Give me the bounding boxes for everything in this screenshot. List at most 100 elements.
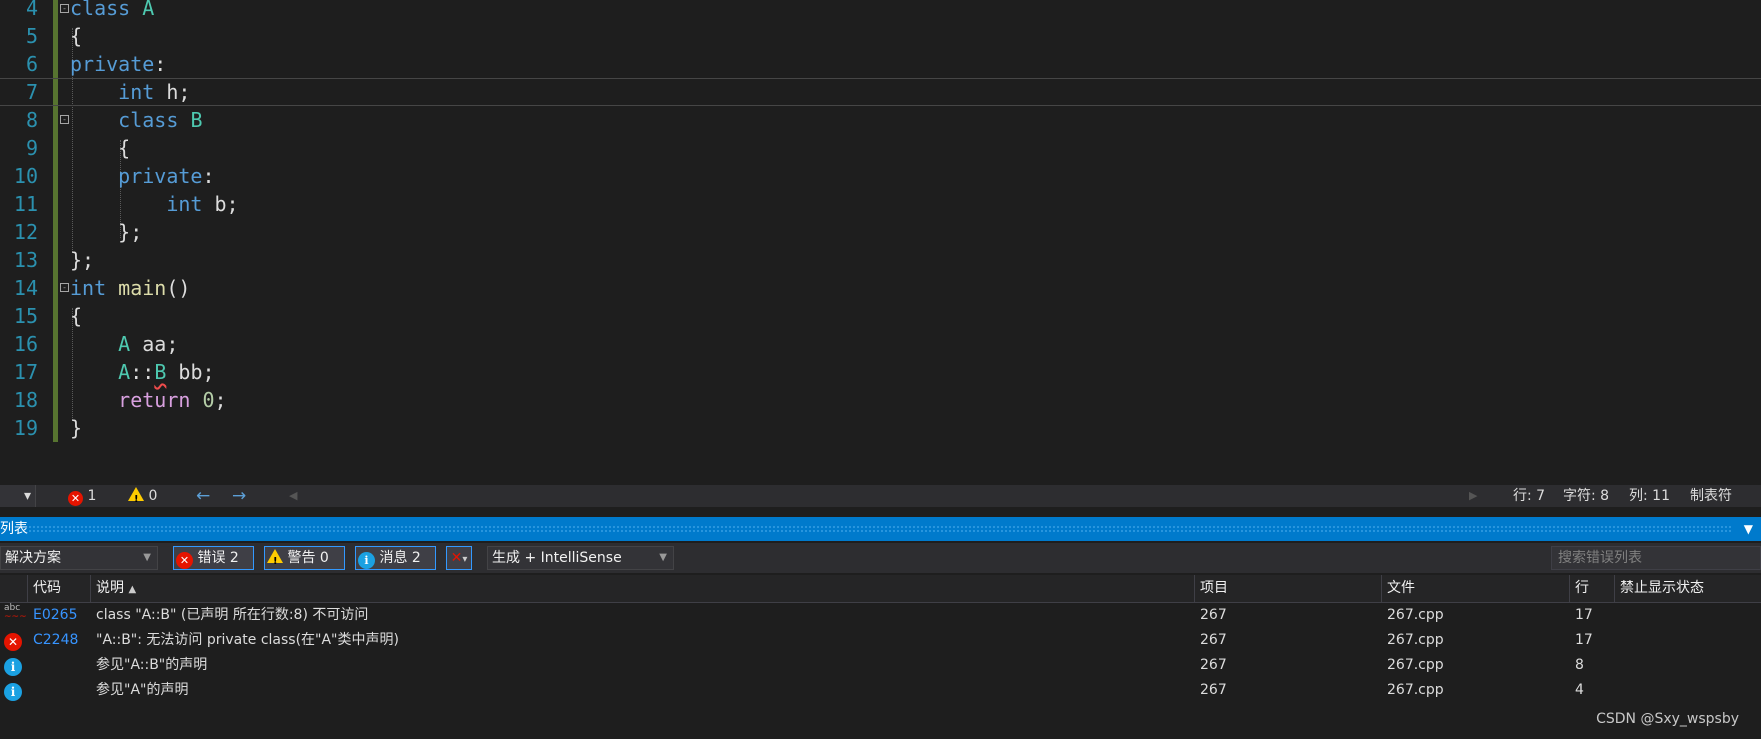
scope-value: 解决方案 [5,550,61,566]
column-header-file[interactable]: 文件 [1381,575,1569,602]
column-header-code[interactable]: 代码 [27,575,90,602]
code-text[interactable]: }; [70,246,94,274]
code-line[interactable]: 12 }; [0,218,1761,246]
code-line[interactable]: 9 { [0,134,1761,162]
code-text[interactable]: return 0; [70,386,226,414]
code-text[interactable]: int b; [70,190,238,218]
errors-filter-label: 错误 2 [197,550,239,566]
code-text[interactable]: { [70,22,82,50]
messages-filter-button[interactable]: i 消息 2 [355,546,436,570]
column-header-suppression[interactable]: 禁止显示状态 [1614,575,1761,602]
panel-options-icon[interactable]: ▼ [1744,517,1753,541]
search-error-list-input[interactable]: 搜索错误列表 [1551,546,1761,570]
scroll-left-icon[interactable]: ◀ [289,485,297,507]
code-line[interactable]: 4 class A [0,0,1761,22]
code-text[interactable]: { [70,134,130,162]
build-filter-dropdown[interactable]: 生成 + IntelliSense ▼ [487,546,674,570]
warnings-filter-label: 警告 0 [287,550,329,566]
column-header-line[interactable]: 行 [1569,575,1614,602]
build-filter-value: 生成 + IntelliSense [492,550,622,566]
code-text[interactable]: int h; [70,78,190,106]
line-number: 12 [13,220,38,244]
column-label: 文件 [1387,580,1415,596]
sort-ascending-icon: ▲ [128,584,137,595]
code-line[interactable]: 16 A aa; [0,330,1761,358]
cell-desc: "A::B": 无法访问 private class(在"A"类中声明) [96,632,399,648]
cell-desc: 参见"A"的声明 [96,682,189,698]
navigate-forward-icon[interactable]: → [232,485,246,507]
warning-count-indicator[interactable]: ! 0 [128,485,157,507]
line-number: 15 [13,304,38,328]
scroll-right-icon[interactable]: ▶ [1469,485,1477,507]
tabs-indicator[interactable]: 制表符 [1690,485,1732,507]
code-text[interactable]: int main() [70,274,190,302]
code-text[interactable]: }; [70,218,142,246]
line-number: 19 [13,416,38,440]
cell-project: 267 [1200,657,1227,673]
warning-icon: ! [128,487,144,505]
search-placeholder: 搜索错误列表 [1558,550,1642,566]
cell-code[interactable]: E0265 [33,603,77,628]
error-list-row[interactable]: i 参见"A::B"的声明 267 267.cpp 8 [0,653,1761,678]
intellisense-error-icon: abc ~~~ [4,603,27,622]
error-count-indicator[interactable]: ✕ 1 [68,485,96,507]
code-text[interactable]: A::B bb; [70,358,214,386]
code-line[interactable]: 6 private: [0,50,1761,78]
code-line[interactable]: 13}; [0,246,1761,274]
clear-filter-icon[interactable]: ✕▾ [446,546,472,570]
code-line[interactable]: 17 A::B bb; [0,358,1761,386]
column-label: 项目 [1200,580,1228,596]
code-text[interactable]: A aa; [70,330,178,358]
cell-file: 267.cpp [1387,607,1444,623]
line-number: 6 [25,52,38,76]
column-header-project[interactable]: 项目 [1194,575,1381,602]
scope-dropdown[interactable]: 解决方案 ▼ [0,546,158,570]
code-line[interactable]: 8 class B [0,106,1761,134]
error-list-header: 代码 说明 ▲ 项目 文件 行 禁止显示状态 [0,575,1761,603]
code-line[interactable]: 5{ [0,22,1761,50]
code-line[interactable]: 19} [0,414,1761,442]
column-label: 代码 [33,580,61,596]
column-label: 禁止显示状态 [1620,580,1704,596]
code-line[interactable]: 10 private: [0,162,1761,190]
column-header-description[interactable]: 说明 ▲ [90,575,1194,602]
cell-project: 267 [1200,632,1227,648]
cell-code[interactable]: C2248 [33,628,78,653]
warnings-filter-button[interactable]: ! 警告 0 [264,546,345,570]
cell-file: 267.cpp [1387,657,1444,673]
error-list-row[interactable]: abc ~~~ E0265 class "A::B" (已声明 所在行数:8) 不可访… [0,603,1761,628]
panel-title: 列表 [0,521,28,537]
error-list-row[interactable]: ✕ C2248 "A::B": 无法访问 private class(在"A"类中声… [0,628,1761,653]
chevron-down-icon: ▼ [143,552,151,563]
code-line[interactable]: 7 int h; [0,78,1761,106]
code-text[interactable]: private: [70,50,166,78]
error-list-row[interactable]: i 参见"A"的声明 267 267.cpp 4 [0,678,1761,703]
cell-file: 267.cpp [1387,682,1444,698]
line-number: 8 [25,108,38,132]
zoom-dropdown[interactable]: ▾ [0,485,36,507]
watermark: CSDN @Sxy_wspsby [1596,711,1739,727]
cell-line: 17 [1575,607,1593,623]
warning-icon: ! [267,549,283,567]
error-count: 1 [87,488,97,504]
info-icon: i [4,678,22,703]
code-text[interactable]: } [70,414,82,442]
code-line[interactable]: 18 return 0; [0,386,1761,414]
info-icon: i [4,653,22,678]
code-text[interactable]: class A [70,0,154,22]
error-icon: ✕ [4,628,22,653]
code-line[interactable]: 15 { [0,302,1761,330]
errors-filter-button[interactable]: ✕ 错误 2 [173,546,254,570]
line-number: 14 [13,276,38,300]
code-line[interactable]: 14 int main() [0,274,1761,302]
navigate-back-icon[interactable]: ← [196,485,210,507]
code-editor[interactable]: 4class A5{6private:7 int h;8 class B9 {1… [0,0,1761,485]
cell-project: 267 [1200,682,1227,698]
line-number: 9 [25,136,38,160]
code-line[interactable]: 11 int b; [0,190,1761,218]
line-number: 16 [13,332,38,356]
error-list-title-bar[interactable]: 列表 ▼ [0,517,1761,541]
code-text[interactable]: class B [70,106,202,134]
code-text[interactable]: { [70,302,82,330]
code-text[interactable]: private: [70,162,214,190]
